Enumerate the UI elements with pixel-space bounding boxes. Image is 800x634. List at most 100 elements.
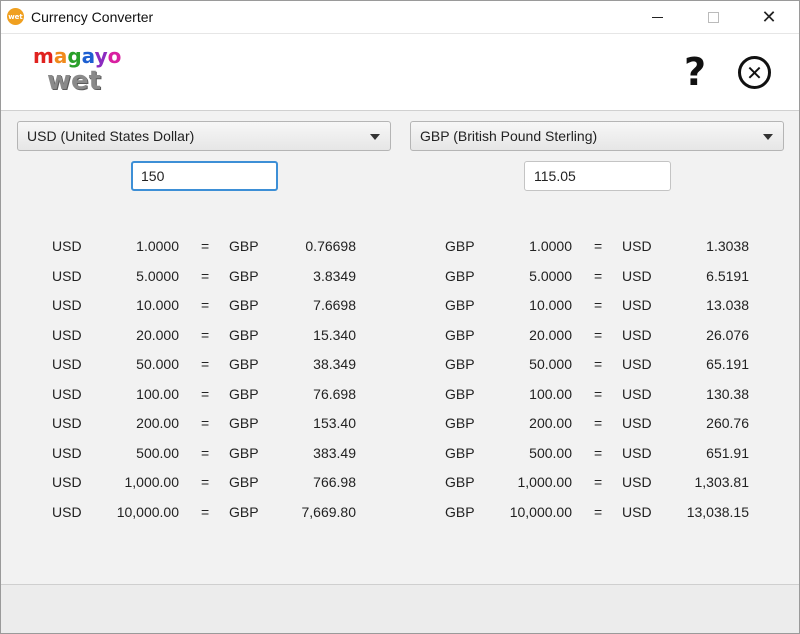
equals-sign: = [594,503,603,520]
to-code: GBP [229,415,259,431]
to-code: USD [622,444,652,461]
table-row: GBP 50.000 = USD 65.191 [394,356,794,386]
converted-amount: 15.340 [313,326,356,343]
from-amount-input[interactable]: 150 [131,161,278,191]
table-row: USD 10.000 = GBP 7.6698 [1,297,401,327]
app-window: wet Currency Converter ✕ magayo wet ? ✕ … [0,0,800,634]
equals-sign: = [201,415,210,431]
from-code: USD [52,356,82,372]
from-currency-select[interactable]: USD (United States Dollar) [17,121,391,151]
from-amount: 1,000.00 [124,474,180,490]
minimize-button[interactable] [634,1,680,33]
table-row: GBP 5.0000 = USD 6.5191 [394,268,794,298]
to-code: GBP [229,385,259,402]
exit-icon: ✕ [746,60,763,85]
to-code: GBP [229,326,259,343]
maximize-icon [707,11,719,23]
table-row: USD 500.00 = GBP 383.49 [1,445,401,475]
to-currency-value: GBP (British Pound Sterling) [420,128,598,144]
from-code: GBP [445,238,475,254]
equals-sign: = [201,297,210,313]
equals-sign: = [594,415,603,431]
from-amount: 200.00 [529,415,572,431]
from-amount: 1.0000 [529,238,572,254]
to-code: USD [622,326,652,343]
help-button[interactable]: ? [677,50,713,94]
chevron-down-icon [763,134,773,140]
magayo-wet-logo[interactable]: magayo wet [33,44,125,100]
equals-sign: = [201,238,210,254]
converted-amount: 76.698 [313,385,356,402]
from-code: USD [52,503,82,520]
converted-amount: 38.349 [313,356,356,372]
equals-sign: = [201,356,210,372]
exit-button[interactable]: ✕ [738,56,771,89]
table-row: USD 100.00 = GBP 76.698 [1,386,401,416]
header-band: magayo wet ? ✕ [1,33,799,111]
window-title: Currency Converter [31,9,154,25]
to-code: GBP [229,474,259,490]
from-code: GBP [445,415,475,431]
chevron-down-icon [370,134,380,140]
from-code: GBP [445,356,475,372]
to-amount-input[interactable]: 115.05 [524,161,671,191]
converted-amount: 26.076 [706,326,749,343]
equals-sign: = [594,385,603,402]
from-amount: 20.000 [136,326,179,343]
from-amount: 20.000 [529,326,572,343]
from-code: USD [52,385,82,402]
table-row: GBP 10.000 = USD 13.038 [394,297,794,327]
table-row: GBP 1,000.00 = USD 1,303.81 [394,474,794,504]
equals-sign: = [594,474,603,490]
from-amount: 10.000 [136,297,179,313]
from-code: USD [52,326,82,343]
equals-sign: = [594,444,603,461]
converted-amount: 0.76698 [305,238,356,254]
table-row: USD 5.0000 = GBP 3.8349 [1,268,401,298]
equals-sign: = [201,503,210,520]
from-code: USD [52,238,82,254]
close-icon: ✕ [761,6,777,27]
table-row: GBP 10,000.00 = USD 13,038.15 [394,504,794,534]
table-row: USD 1,000.00 = GBP 766.98 [1,474,401,504]
from-amount: 50.000 [136,356,179,372]
from-code: GBP [445,326,475,343]
from-amount: 1,000.00 [517,474,573,490]
table-row: USD 50.000 = GBP 38.349 [1,356,401,386]
to-code: USD [622,356,652,372]
equals-sign: = [594,356,603,372]
from-amount: 5.0000 [136,267,179,284]
to-code: USD [622,297,652,313]
table-row: USD 1.0000 = GBP 0.76698 [1,238,401,268]
converted-amount: 7,669.80 [301,503,357,520]
converted-amount: 383.49 [313,444,356,461]
to-currency-select[interactable]: GBP (British Pound Sterling) [410,121,784,151]
maximize-button[interactable] [690,1,736,33]
from-amount: 1.0000 [136,238,179,254]
converted-amount: 1.3038 [706,238,749,254]
help-icon: ? [683,50,707,94]
from-code: GBP [445,503,475,520]
logo-top-text: magayo [33,44,122,68]
equals-sign: = [594,297,603,313]
close-window-button[interactable]: ✕ [746,1,792,33]
converted-amount: 651.91 [706,444,749,461]
from-code: GBP [445,297,475,313]
status-bar [1,584,799,633]
from-to-conversion-table: USD 1.0000 = GBP 0.76698 USD 5.0000 = GB… [1,238,401,533]
to-code: USD [622,385,652,402]
equals-sign: = [201,444,210,461]
from-code: USD [52,297,82,313]
from-currency-value: USD (United States Dollar) [27,128,195,144]
equals-sign: = [594,238,603,254]
converted-amount: 13,038.15 [686,503,749,520]
minimize-icon [651,16,663,18]
equals-sign: = [201,267,210,284]
from-amount: 100.00 [136,385,179,402]
from-amount: 100.00 [529,385,572,402]
from-code: GBP [445,474,475,490]
to-code: GBP [229,444,259,461]
from-amount: 10,000.00 [116,503,179,520]
equals-sign: = [201,474,210,490]
converted-amount: 766.98 [313,474,356,490]
